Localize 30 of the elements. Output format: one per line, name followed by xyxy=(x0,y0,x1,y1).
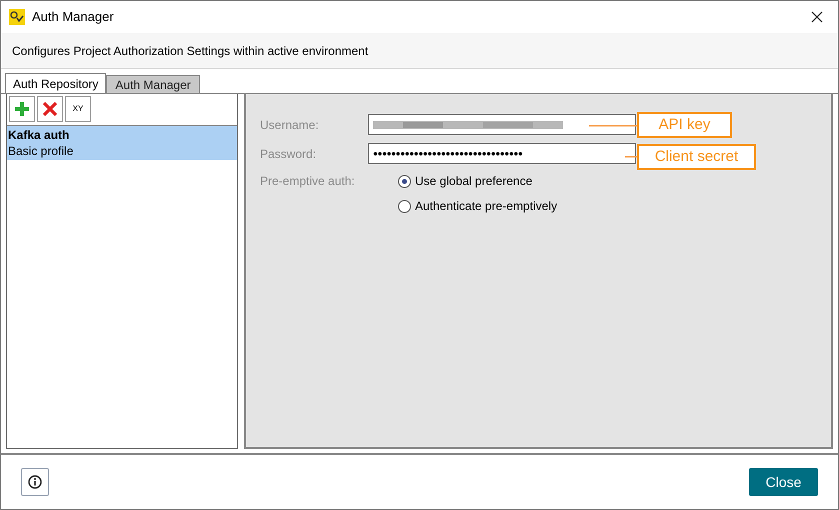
username-field[interactable] xyxy=(368,114,636,135)
info-icon xyxy=(28,475,42,489)
close-button[interactable]: Close xyxy=(749,468,818,496)
radio-option[interactable]: Use global preference xyxy=(398,172,558,190)
field-label: Pre-emptive auth: xyxy=(260,173,356,190)
field-label: Password: xyxy=(260,146,318,162)
description-text: Configures Project Authorization Settings within active environment xyxy=(12,42,368,60)
tab[interactable]: Auth Manager xyxy=(106,75,200,93)
profile-item[interactable]: Kafka auth Basic profile xyxy=(7,126,237,160)
profile-type: Basic profile xyxy=(8,143,74,159)
callout-label: API key xyxy=(637,112,732,138)
toolbar-button[interactable] xyxy=(37,96,63,122)
password-value: ●●●●●●●●●●●●●●●●●●●●●●●●●●●●●●●●● xyxy=(373,148,523,160)
callout-label: Client secret xyxy=(637,144,756,170)
profile-name: Kafka auth xyxy=(8,127,70,143)
plus-icon xyxy=(14,101,30,117)
window-title: Auth Manager xyxy=(32,8,114,26)
info-button[interactable] xyxy=(21,468,49,496)
field-label: Username: xyxy=(260,116,320,134)
close-icon xyxy=(42,101,58,117)
tab[interactable]: Auth Repository xyxy=(5,73,106,93)
leader-line xyxy=(625,156,637,158)
leader-line xyxy=(589,125,637,127)
close-icon[interactable] xyxy=(811,11,823,23)
radio-option[interactable]: Authenticate pre-emptively xyxy=(398,197,558,215)
toolbar-button[interactable] xyxy=(9,96,35,122)
toolbar-button[interactable]: XY xyxy=(65,96,91,122)
app-logo-icon xyxy=(8,8,26,26)
password-field[interactable]: ●●●●●●●●●●●●●●●●●●●●●●●●●●●●●●●●● xyxy=(368,143,636,164)
rename-label: XY xyxy=(72,105,84,113)
